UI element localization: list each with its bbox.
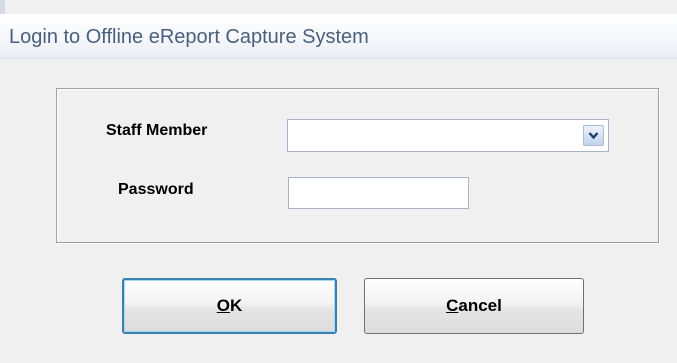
login-group-box	[56, 88, 659, 243]
ok-button[interactable]: OK	[122, 278, 337, 334]
chevron-down-icon	[588, 132, 599, 140]
login-dialog: Login to Offline eReport Capture System …	[0, 0, 677, 363]
dropdown-button[interactable]	[583, 125, 604, 146]
staff-member-combobox[interactable]	[287, 119, 609, 152]
cancel-button[interactable]: Cancel	[364, 278, 584, 334]
password-field[interactable]	[288, 177, 469, 209]
window-title: Login to Offline eReport Capture System	[9, 26, 369, 48]
staff-member-label: Staff Member	[106, 122, 208, 139]
password-label: Password	[118, 181, 194, 198]
window-corner	[0, 0, 5, 14]
ok-mnemonic: O	[216, 296, 230, 315]
title-bar[interactable]: Login to Offline eReport Capture System	[0, 14, 677, 59]
cancel-mnemonic: C	[446, 296, 459, 315]
ok-label-rest: K	[229, 296, 243, 315]
cancel-label-rest: ancel	[458, 296, 502, 315]
